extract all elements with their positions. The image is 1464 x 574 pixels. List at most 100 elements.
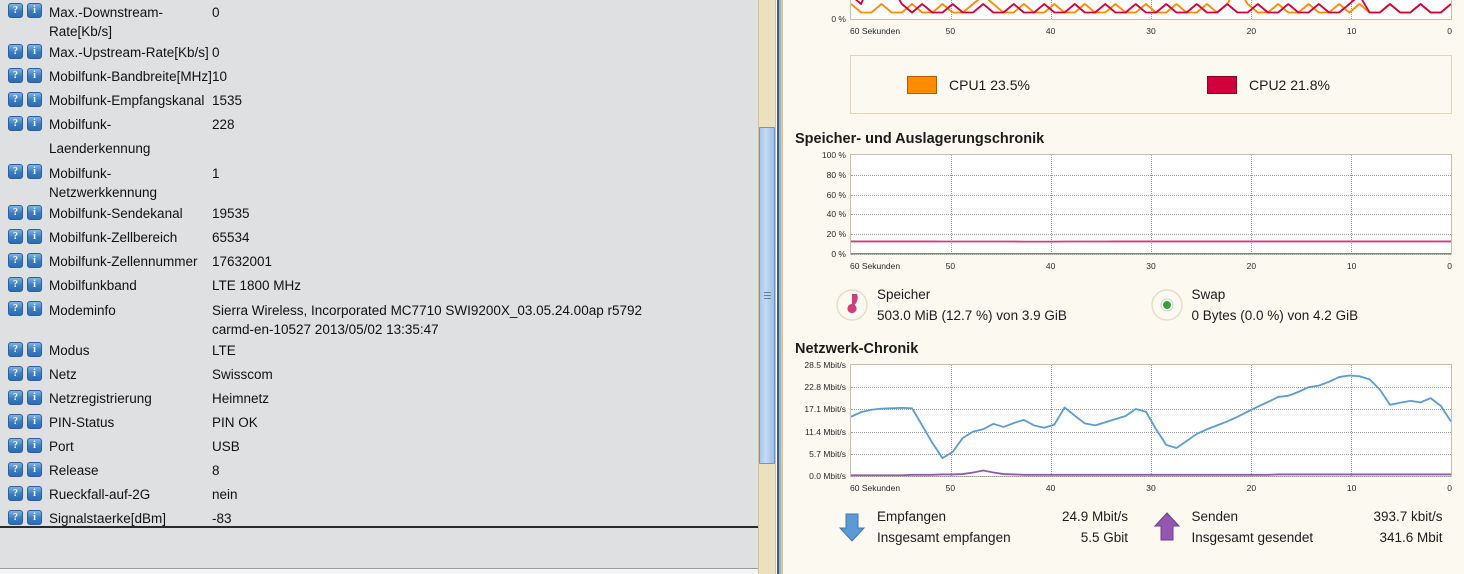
- series-line-senden: [851, 469, 1451, 476]
- property-value: 0: [212, 5, 220, 20]
- y-axis-tick-label: 28.5 Mbit/s: [804, 360, 846, 370]
- property-row: ? i Max.-Upstream-Rate[Kb/s] 0: [0, 41, 760, 65]
- property-row: ? i Modeminfo Sierra Wireless, Incorporated…: [0, 298, 760, 339]
- info-icon[interactable]: i: [27, 3, 42, 18]
- property-row: ? i Mobilfunk-Laenderkennung 228: [0, 113, 760, 161]
- help-icon[interactable]: ?: [8, 92, 23, 107]
- row-icons: ?i: [8, 387, 42, 405]
- x-axis-tick-label: 10: [1346, 261, 1357, 271]
- memory-chart-x-axis: 60 Sekunden 50 40 30 20 10 0: [850, 255, 1452, 275]
- y-axis-tick-label: 20 %: [826, 229, 846, 240]
- network-legend-receive: Empfangen 24.9 Mbit/s Insgesamt empfange…: [835, 506, 1150, 548]
- property-label: Modeminfo: [49, 303, 116, 318]
- property-label: Mobilfunkband: [49, 278, 137, 293]
- info-icon[interactable]: i: [27, 462, 42, 477]
- help-icon[interactable]: ?: [8, 229, 23, 244]
- property-row: ? i Mobilfunk-Empfangskanal 1535: [0, 89, 760, 113]
- y-axis-tick-label: 17.1 Mbit/s: [804, 404, 846, 415]
- network-legend-row: Empfangen 24.9 Mbit/s Insgesamt empfange…: [835, 506, 1464, 548]
- help-icon[interactable]: ?: [8, 414, 23, 429]
- property-label: Mobilfunk-Netzwerkkennung: [49, 166, 158, 200]
- info-icon[interactable]: i: [27, 164, 42, 179]
- property-label: Max.-Upstream-Rate[Kb/s]: [49, 45, 209, 60]
- info-icon[interactable]: i: [27, 253, 42, 268]
- help-icon[interactable]: ?: [8, 3, 23, 18]
- x-axis-tick-label: 10: [1346, 26, 1357, 36]
- property-label: Mobilfunk-Empfangskanal: [49, 93, 205, 108]
- help-icon[interactable]: ?: [8, 366, 23, 381]
- x-axis-tick-label: 50: [945, 26, 956, 36]
- modem-properties-panel: ? i Max.-Downstream-Rate[Kb/s] 0? i Max.-Upst…: [0, 0, 760, 574]
- property-value: 1: [212, 166, 220, 181]
- property-row: ? i Modus LTE: [0, 339, 760, 363]
- property-value: USB: [212, 439, 240, 454]
- x-axis-tick-label: 40: [1045, 26, 1056, 36]
- cpu1-color-swatch: [907, 75, 937, 94]
- property-label: Mobilfunk-Laenderkennung: [49, 117, 151, 156]
- info-icon[interactable]: i: [27, 342, 42, 357]
- info-icon[interactable]: i: [27, 116, 42, 131]
- property-label: Mobilfunk-Bandbreite[MHz]: [49, 69, 212, 84]
- help-icon[interactable]: ?: [8, 277, 23, 292]
- row-icons: ?i: [8, 483, 42, 501]
- property-label: Port: [49, 439, 74, 454]
- memory-legend-name: Speicher: [877, 287, 931, 302]
- x-axis-tick-label: 40: [1045, 483, 1056, 493]
- help-icon[interactable]: ?: [8, 253, 23, 268]
- row-icons: ?i: [8, 411, 42, 429]
- info-icon[interactable]: i: [27, 486, 42, 501]
- help-icon[interactable]: ?: [8, 116, 23, 131]
- help-icon[interactable]: ?: [8, 205, 23, 220]
- info-icon[interactable]: i: [27, 438, 42, 453]
- y-axis-tick-label: 80 %: [826, 169, 846, 180]
- property-row: ? i Rueckfall-auf-2G nein: [0, 483, 760, 507]
- memory-legend-swap: Swap 0 Bytes (0.0 %) von 4.2 GiB: [1150, 284, 1464, 326]
- upload-arrow-icon: [1150, 510, 1184, 544]
- y-axis-tick-label: 5.7 Mbit/s: [809, 448, 846, 459]
- info-icon[interactable]: i: [27, 414, 42, 429]
- help-icon[interactable]: ?: [8, 44, 23, 59]
- info-icon[interactable]: i: [27, 366, 42, 381]
- x-axis-tick-label: 30: [1146, 483, 1156, 493]
- network-legend-send: Senden 393.7 kbit/s Insgesamt gesendet 3…: [1150, 506, 1464, 548]
- property-row: ? i Port USB: [0, 435, 760, 459]
- left-panel-footer-strip: [0, 568, 760, 574]
- info-icon[interactable]: i: [27, 229, 42, 244]
- info-icon[interactable]: i: [27, 277, 42, 292]
- row-icons: ?i: [8, 89, 42, 107]
- info-icon[interactable]: i: [27, 301, 42, 316]
- info-icon[interactable]: i: [27, 390, 42, 405]
- y-axis-tick-label: 60 %: [826, 189, 846, 200]
- memory-gauge-icon: [835, 288, 869, 322]
- x-axis-tick-label: 0: [1447, 26, 1452, 36]
- help-icon[interactable]: ?: [8, 486, 23, 501]
- x-axis-tick-label: 60 Sekunden: [850, 261, 901, 271]
- help-icon[interactable]: ?: [8, 68, 23, 83]
- info-icon[interactable]: i: [27, 44, 42, 59]
- row-icons: ?i: [8, 202, 42, 220]
- help-icon[interactable]: ?: [8, 342, 23, 357]
- info-icon[interactable]: i: [27, 92, 42, 107]
- help-icon[interactable]: ?: [8, 390, 23, 405]
- property-value: Heimnetz: [212, 391, 270, 406]
- help-icon[interactable]: ?: [8, 462, 23, 477]
- row-icons: ?i: [8, 298, 42, 316]
- row-icons: ?i: [8, 274, 42, 292]
- property-value: 19535: [212, 206, 250, 221]
- help-icon[interactable]: ?: [8, 438, 23, 453]
- property-value: 1535: [212, 93, 243, 108]
- help-icon[interactable]: ?: [8, 301, 23, 316]
- y-axis-tick-label: 11.4 Mbit/s: [805, 426, 846, 437]
- x-axis-tick-label: 60 Sekunden: [850, 26, 901, 36]
- info-icon[interactable]: i: [27, 205, 42, 220]
- receive-label: Empfangen: [877, 509, 947, 524]
- info-icon[interactable]: i: [27, 510, 42, 525]
- property-list: ? i Max.-Downstream-Rate[Kb/s] 0? i Max.-Upst…: [0, 0, 760, 555]
- property-row: ? i Mobilfunk-Bandbreite[MHz] 10: [0, 65, 760, 89]
- info-icon[interactable]: i: [27, 68, 42, 83]
- send-label: Senden: [1191, 509, 1239, 524]
- help-icon[interactable]: ?: [8, 164, 23, 179]
- help-icon[interactable]: ?: [8, 510, 23, 525]
- swap-legend-detail: 0 Bytes (0.0 %) von 4.2 GiB: [1191, 308, 1359, 323]
- property-value: 65534: [212, 230, 250, 245]
